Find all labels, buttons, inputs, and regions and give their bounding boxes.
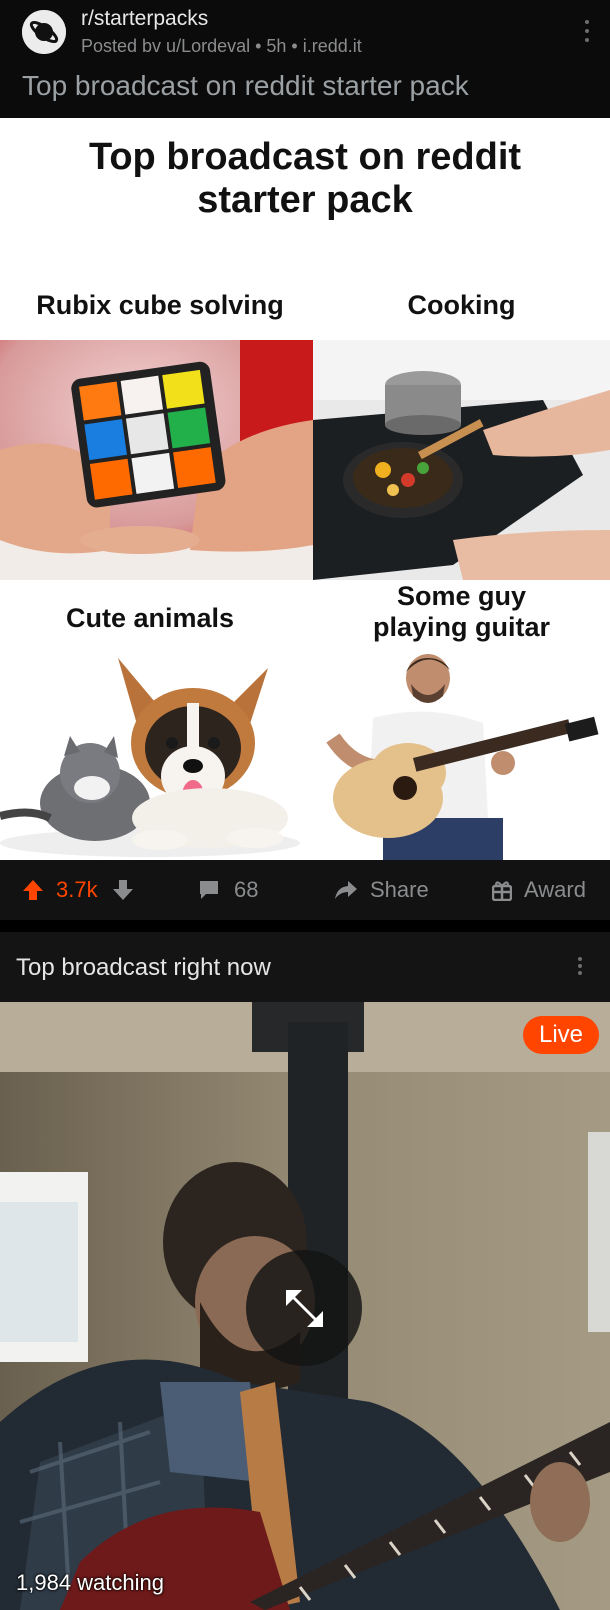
subreddit-name[interactable]: r/starterpacks	[81, 7, 208, 31]
broadcast-header: Top broadcast right now	[0, 932, 610, 1002]
feed-separator	[0, 920, 610, 932]
gift-icon	[492, 881, 512, 901]
kebab-icon[interactable]	[578, 18, 596, 44]
expand-button[interactable]	[246, 1250, 362, 1366]
meme-title: Top broadcast on reddit starter pack	[0, 136, 610, 222]
award-button[interactable]: Award	[492, 860, 586, 920]
broadcast-video[interactable]: Live 1,984 watching	[0, 1002, 610, 1610]
upvote-arrow-icon[interactable]	[22, 879, 44, 901]
award-label: Award	[524, 877, 586, 902]
planet-icon	[22, 10, 66, 54]
meme-title-line2: starter pack	[197, 179, 413, 221]
comments-button[interactable]: 68	[198, 860, 258, 920]
post-header: r/starterpacks Posted bv u/Lordeval • 5h…	[0, 0, 610, 118]
share-button[interactable]: Share	[334, 860, 429, 920]
caption-guitar-line1: Some guy	[396, 581, 527, 611]
broadcast-title[interactable]: Top broadcast right now	[16, 954, 271, 982]
viewer-count: 1,984 watching	[16, 1570, 164, 1595]
expand-icon	[286, 1290, 323, 1327]
share-arrow-icon	[335, 881, 357, 899]
post-image[interactable]: Top broadcast on reddit starter pack Rub…	[0, 118, 610, 860]
cooking-image	[313, 340, 610, 580]
caption-guitar: Some guy playing guitar	[313, 581, 610, 643]
post-action-bar: 3.7k 68 Share Award	[0, 860, 610, 920]
rubix-cube-image	[0, 340, 313, 580]
caption-cooking: Cooking	[407, 290, 516, 320]
upvote-count: 3.7k	[56, 877, 98, 902]
meme-title-line1: Top broadcast on reddit	[88, 136, 522, 178]
post-title[interactable]: Top broadcast on reddit starter pack	[22, 70, 469, 102]
guitar-player-image	[313, 648, 610, 860]
live-badge: Live	[523, 1016, 599, 1054]
subreddit-avatar[interactable]	[22, 10, 66, 54]
cute-animals-image	[0, 648, 313, 860]
kebab-icon[interactable]	[573, 956, 587, 978]
caption-rubix: Rubix cube solving	[36, 290, 284, 320]
share-label: Share	[370, 877, 429, 902]
comment-bubble-icon	[200, 881, 218, 899]
caption-guitar-line2: playing guitar	[372, 612, 551, 642]
downvote-arrow-icon[interactable]	[112, 879, 134, 901]
comment-count: 68	[234, 877, 259, 902]
caption-animals: Cute animals	[65, 603, 235, 633]
vote-group: 3.7k	[22, 860, 134, 920]
post-meta: Posted bv u/Lordeval • 5h • i.redd.it	[81, 36, 362, 56]
